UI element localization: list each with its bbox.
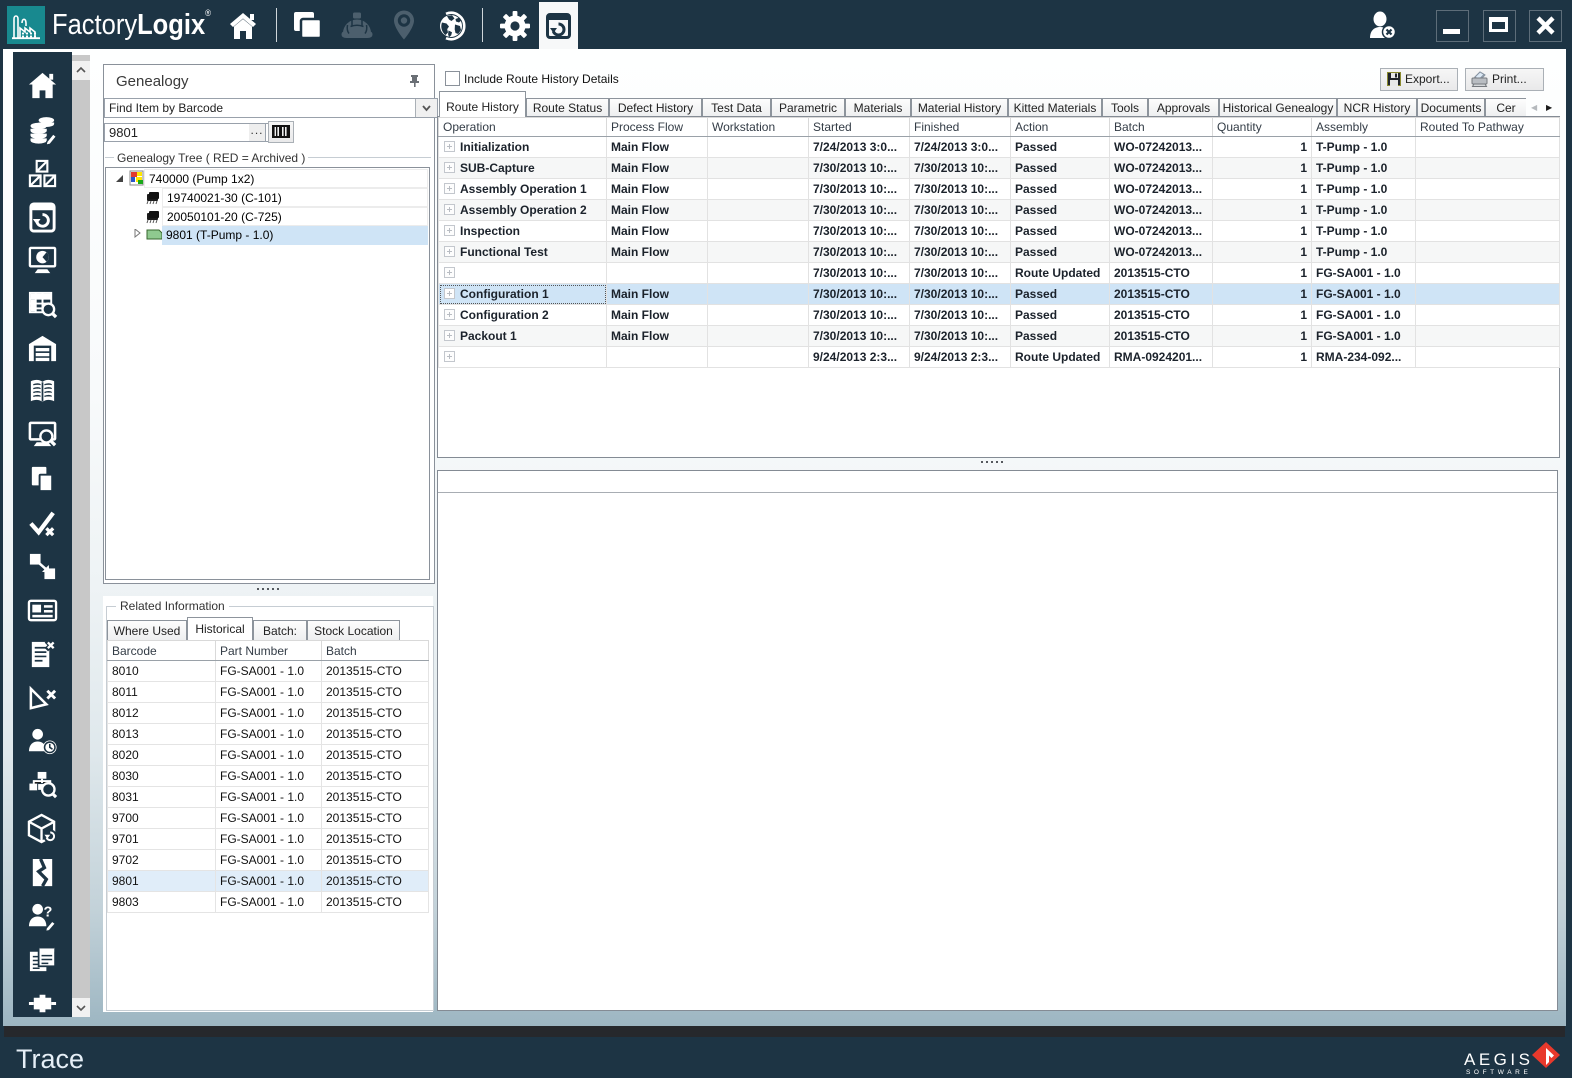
svg-text:?: ? <box>43 905 52 921</box>
